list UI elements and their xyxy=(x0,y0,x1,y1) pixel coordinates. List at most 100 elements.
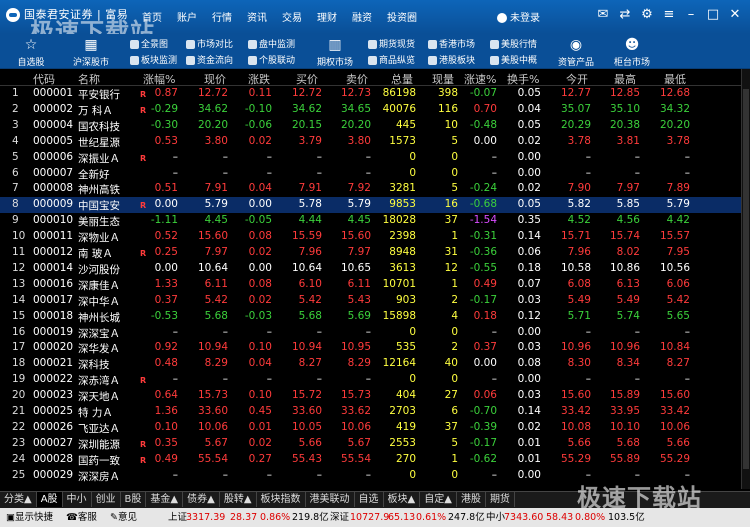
table-row[interactable]: 10 000011 深物业Ａ 0.52 15.60 0.08 15.59 15.60 2398 1… xyxy=(0,229,742,245)
minimize-icon[interactable]: – xyxy=(682,6,700,24)
tab-b-share[interactable]: B股 xyxy=(121,492,147,507)
toolbar-hs-market[interactable]: ▦ 沪深股市 xyxy=(66,36,116,68)
toolbar-us-quotes[interactable]: 美股行情 xyxy=(490,37,537,50)
tab-sector-index[interactable]: 板块指数 xyxy=(257,492,306,507)
table-row[interactable]: 3 000004 国农科技 -0.30 20.20 -0.06 20.15 20.20 445 1… xyxy=(0,118,742,134)
col-open[interactable]: 今开 xyxy=(566,71,588,87)
table-row[interactable]: 21 000025 特 力Ａ 1.36 33.60 0.45 33.60 33.62 2703 6… xyxy=(0,404,742,420)
table-row[interactable]: 8 000009 中国宝安 R 0.00 5.79 0.00 5.78 5.79 9853 16 -0… xyxy=(0,197,742,214)
table-row[interactable]: 15 000018 神州长城 -0.53 5.68 -0.03 5.68 5.69 15898 4… xyxy=(0,309,742,325)
toolbar-commodity[interactable]: 商品纵览 xyxy=(368,53,415,66)
tab-neeq[interactable]: 股转▲ xyxy=(220,492,257,507)
col-price[interactable]: 现价 xyxy=(204,71,226,87)
scrollbar[interactable] xyxy=(741,69,750,489)
menu-wealth[interactable]: 理财 xyxy=(317,9,337,24)
table-row[interactable]: 11 000012 南 玻Ａ R 0.25 7.97 0.02 7.96 7.97 8948 31-… xyxy=(0,245,742,261)
login-status[interactable]: 未登录 xyxy=(497,9,540,24)
toolbar-sector-monitor[interactable]: 板块监测 xyxy=(130,53,177,66)
tab-custom[interactable]: 自定▲ xyxy=(420,492,457,507)
table-row[interactable]: 18 000021 深科技 0.48 8.29 0.04 8.27 8.29 12164 40 0.… xyxy=(0,356,742,372)
toolbar-panorama[interactable]: 全景图 xyxy=(130,37,168,50)
scroll-thumb[interactable] xyxy=(743,89,749,469)
tab-bond[interactable]: 债券▲ xyxy=(183,492,220,507)
cell-open: – xyxy=(585,325,591,338)
tab-hk-us-link[interactable]: 港美联动 xyxy=(306,492,355,507)
table-row[interactable]: 4 000005 世纪星源 0.53 3.80 0.02 3.79 3.80 1573 5 0.00… xyxy=(0,134,742,150)
col-code[interactable]: 代码 xyxy=(33,71,55,87)
settings-icon[interactable]: ⚙ xyxy=(638,6,656,24)
table-row[interactable]: 14 000017 深中华Ａ 0.37 5.42 0.02 5.42 5.43 903 2 -0.1… xyxy=(0,293,742,309)
tab-sector[interactable]: 板块▲ xyxy=(384,492,421,507)
cell-cur: 0 xyxy=(451,166,458,179)
col-turn[interactable]: 换手% xyxy=(507,71,539,87)
feedback-button[interactable]: ✎ 意见 xyxy=(110,508,137,527)
col-cur[interactable]: 现量 xyxy=(432,71,454,87)
table-row[interactable]: 22 000026 飞亚达Ａ 0.10 10.06 0.01 10.05 10.06 419 37… xyxy=(0,420,742,436)
col-chg-pct[interactable]: 涨幅% xyxy=(143,71,175,87)
maximize-icon[interactable]: □ xyxy=(704,6,722,24)
toolbar-watchlist[interactable]: ☆ 自选股 xyxy=(6,36,56,68)
toolbar-stock-linkage[interactable]: 个股联动 xyxy=(248,53,295,66)
table-row[interactable]: 5 000006 深振业Ａ R – – – – – 0 0 – 0.00 – – – xyxy=(0,150,742,166)
toolbar-us-china[interactable]: 美股中概 xyxy=(490,53,537,66)
tab-watchlist[interactable]: 自选 xyxy=(355,492,384,507)
toolbar-hk-sectors[interactable]: 港股板块 xyxy=(428,53,475,66)
table-row[interactable]: 19 000022 深赤湾Ａ R – – – – – 0 0 – 0.00 – – – xyxy=(0,372,742,388)
toolbar-market-compare[interactable]: 市场对比 xyxy=(186,37,233,50)
table-row[interactable]: 1 000001 平安银行 R 0.87 12.72 0.11 12.72 12.73 86198… xyxy=(0,86,742,102)
table-row[interactable]: 17 000020 深华发Ａ 0.92 10.94 0.10 10.94 10.95 535 2 0… xyxy=(0,340,742,356)
menu-quotes[interactable]: 行情 xyxy=(212,9,232,24)
col-ask[interactable]: 卖价 xyxy=(346,71,368,87)
menu-news[interactable]: 资讯 xyxy=(247,9,267,24)
tab-category[interactable]: 分类▲ xyxy=(0,492,37,507)
sme-index-label[interactable]: 中小 xyxy=(486,508,505,527)
quick-toggle[interactable]: ▣ 显示快捷 xyxy=(6,508,53,527)
toolbar-intraday-monitor[interactable]: 盘中监测 xyxy=(248,37,295,50)
col-high[interactable]: 最高 xyxy=(614,71,636,87)
tab-sme[interactable]: 中小 xyxy=(63,492,92,507)
table-row[interactable]: 16 000019 深深宝Ａ – – – – – 0 0 – 0.00 – – – xyxy=(0,325,742,341)
menu-home[interactable]: 首页 xyxy=(142,9,162,24)
table-row[interactable]: 13 000016 深康佳Ａ 1.33 6.11 0.08 6.10 6.11 10701 1 0.… xyxy=(0,277,742,293)
tab-futures[interactable]: 期货 xyxy=(486,492,515,507)
toolbar-futures[interactable]: 期货现货 xyxy=(368,37,415,50)
close-icon[interactable]: ✕ xyxy=(726,6,744,24)
col-low[interactable]: 最低 xyxy=(664,71,686,87)
toolbar-hk-market[interactable]: 香港市场 xyxy=(428,37,475,50)
table-row[interactable]: 23 000027 深圳能源 R 0.35 5.67 0.02 5.66 5.67 2553 5 -0… xyxy=(0,436,742,452)
swap-icon[interactable]: ⇄ xyxy=(616,6,634,24)
table-row[interactable]: 12 000014 沙河股份 0.00 10.64 0.00 10.64 10.65 3613 1… xyxy=(0,261,742,277)
toolbar-otc[interactable]: ☻ 柜台市场 xyxy=(607,36,657,68)
menu-icon[interactable]: ≡ xyxy=(660,6,678,24)
tab-fund[interactable]: 基金▲ xyxy=(146,492,184,507)
table-row[interactable]: 7 000008 神州高铁 0.51 7.91 0.04 7.91 7.92 3281 5 -0.2… xyxy=(0,181,742,197)
col-bid[interactable]: 买价 xyxy=(296,71,318,87)
tab-hk[interactable]: 港股 xyxy=(457,492,486,507)
toolbar-options[interactable]: ▥ 期权市场 xyxy=(310,36,360,68)
mail-icon[interactable]: ✉ xyxy=(594,6,612,24)
tab-chinext[interactable]: 创业 xyxy=(92,492,121,507)
menu-community[interactable]: 投资圈 xyxy=(387,9,417,24)
table-row[interactable]: 24 000028 国药一致 R 0.49 55.54 0.27 55.43 55.54 270 1… xyxy=(0,452,742,468)
cell-chg-pct: 0.37 xyxy=(154,293,178,306)
table-row[interactable]: 9 000010 美丽生态 -1.11 4.45 -0.05 4.44 4.45 18028 37… xyxy=(0,213,742,229)
cell-high: 7.97 xyxy=(616,182,640,195)
toolbar-asset-mgmt[interactable]: ◉ 资管产品 xyxy=(551,36,601,68)
toolbar-capital-flow[interactable]: 资金流向 xyxy=(186,53,233,66)
sh-index-label[interactable]: 上证 xyxy=(168,508,187,527)
col-name[interactable]: 名称 xyxy=(78,71,100,87)
sz-index-label[interactable]: 深证 xyxy=(330,508,349,527)
col-chg[interactable]: 涨跌 xyxy=(248,71,270,87)
col-vol[interactable]: 总量 xyxy=(391,71,413,87)
quote-table[interactable]: 1 000001 平安银行 R 0.87 12.72 0.11 12.72 12.73 86198… xyxy=(0,86,742,486)
service-button[interactable]: ☎ 客服 xyxy=(66,508,97,527)
col-speed[interactable]: 涨速% xyxy=(464,71,496,87)
table-row[interactable]: 6 000007 全新好 – – – – – 0 0 – 0.00 – – – xyxy=(0,166,742,182)
menu-trade[interactable]: 交易 xyxy=(282,9,302,24)
table-row[interactable]: 25 000029 深深房Ａ – – – – – 0 0 – 0.00 – – – xyxy=(0,468,742,484)
table-row[interactable]: 20 000023 深天地Ａ 0.64 15.73 0.10 15.72 15.73 404 27… xyxy=(0,388,742,404)
table-row[interactable]: 2 000002 万 科Ａ R -0.29 34.62 -0.10 34.62 34.65 400… xyxy=(0,102,742,118)
tab-a-share[interactable]: A股 xyxy=(36,492,63,507)
menu-margin[interactable]: 融资 xyxy=(352,9,372,24)
menu-account[interactable]: 账户 xyxy=(177,9,197,24)
